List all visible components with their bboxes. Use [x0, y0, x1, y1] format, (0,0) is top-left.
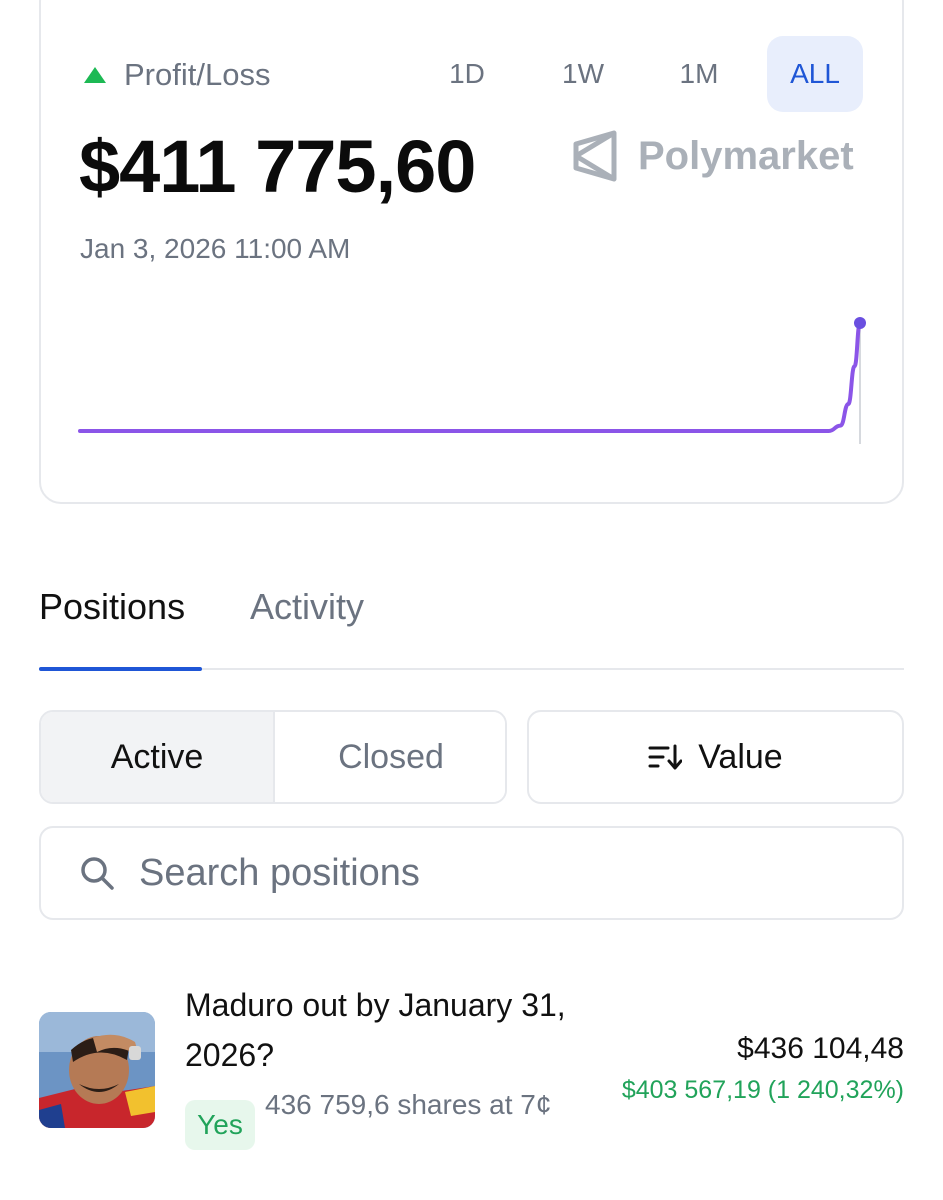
chart-current-point: [854, 317, 866, 329]
market-avatar: [39, 1012, 155, 1128]
position-pnl: $403 567,19 (1 240,32%): [621, 1076, 904, 1104]
position-row[interactable]: Maduro out by January 31, 2026? Yes 436 …: [39, 980, 904, 1180]
active-tab-indicator: [39, 667, 202, 671]
chart-timestamp: Jan 3, 2026 11:00 AM: [80, 233, 351, 264]
market-title[interactable]: Maduro out by January 31, 2026?: [185, 980, 585, 1080]
shares-info: 436 759,6 shares at 7¢: [265, 1089, 552, 1120]
pnl-label-row: Profit/Loss: [84, 55, 270, 95]
search-icon: [81, 857, 114, 890]
range-tab-1d[interactable]: 1D: [436, 36, 498, 112]
pnl-label: Profit/Loss: [124, 57, 271, 92]
tab-positions[interactable]: Positions: [39, 586, 185, 628]
status-segmented-control: Active Closed: [39, 710, 507, 804]
brand-name: Polymarket: [638, 133, 854, 178]
pnl-series-line: [78, 321, 862, 433]
tab-activity[interactable]: Activity: [250, 586, 364, 628]
search-box: [39, 826, 904, 920]
segment-closed[interactable]: Closed: [275, 712, 505, 802]
range-tab-all[interactable]: ALL: [767, 36, 863, 112]
market-photo-icon: [39, 1012, 155, 1128]
sort-descending-icon: [648, 744, 683, 770]
sort-label: Value: [698, 737, 783, 776]
polymarket-logo-icon: [573, 130, 617, 182]
range-tab-1m[interactable]: 1M: [664, 36, 734, 112]
brand: Polymarket: [572, 128, 854, 184]
trend-up-icon: [84, 67, 106, 83]
search-input[interactable]: [139, 851, 839, 895]
pnl-line-chart: [78, 317, 866, 444]
sort-button[interactable]: Value: [527, 710, 904, 804]
segment-active[interactable]: Active: [41, 712, 275, 802]
position-value: $436 104,48: [737, 1032, 904, 1065]
pnl-value: $411 775,60: [79, 125, 476, 208]
main-tabs: Positions Activity: [39, 580, 904, 671]
range-tab-1w[interactable]: 1W: [548, 36, 618, 112]
outcome-badge: Yes: [185, 1100, 255, 1150]
